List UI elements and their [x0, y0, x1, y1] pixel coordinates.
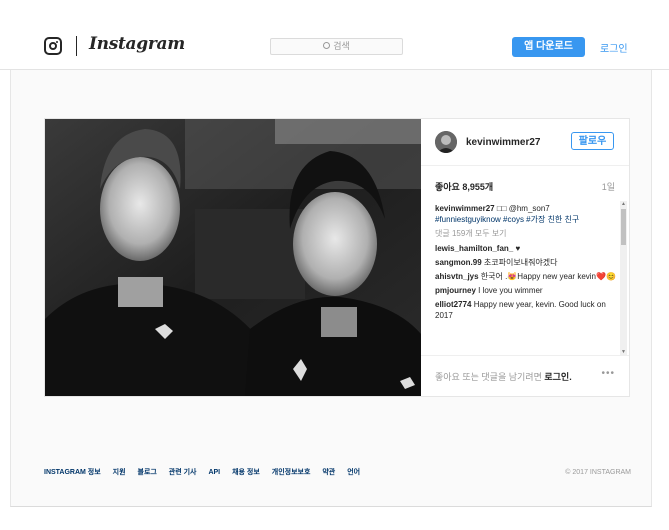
caption-hashtag-korean[interactable]: #가장 친한 친구 [524, 215, 579, 224]
comment-item: ahisvtn_jys 한국어 .😻Happy new year kevin❤️… [435, 271, 617, 282]
comment-username[interactable]: sangmon.99 [435, 258, 482, 267]
comment-item: pmjourney I love you wimmer [435, 285, 617, 296]
footer-link-blog[interactable]: 블로그 [138, 469, 157, 476]
author-avatar[interactable] [435, 131, 457, 153]
post-header: kevinwimmer27 팔로우 [421, 119, 629, 166]
comment-item: lewis_hamilton_fan_ ♥ [435, 243, 617, 254]
copyright: © 2017 INSTAGRAM [565, 469, 631, 476]
post-side-panel: kevinwimmer27 팔로우 좋아요 8,955개 1일 kevinwim… [421, 119, 629, 396]
follow-button[interactable]: 팔로우 [571, 132, 614, 150]
add-comment-login-link[interactable]: 로그인. [544, 372, 571, 382]
caption: kevinwimmer27 □□ @hm_son7 #funniestguyik… [435, 203, 617, 225]
scroll-up-arrow-icon[interactable]: ▲ [621, 201, 626, 207]
comment-item: sangmon.99 초코파이보내줘야겠다 [435, 257, 617, 268]
likes-count[interactable]: 좋아요 8,955개 [435, 180, 493, 193]
footer-link-terms[interactable]: 약관 [322, 469, 335, 476]
app-download-button[interactable]: 앱 다운로드 [512, 37, 585, 57]
comment-username[interactable]: ahisvtn_jys [435, 272, 479, 281]
comment-text: 초코파이보내줘야겠다 [481, 258, 558, 267]
comment-item: elliot2774 Happy new year, kevin. Good l… [435, 299, 617, 321]
footer-link-about[interactable]: INSTAGRAM 정보 [44, 469, 101, 476]
footer-link-privacy[interactable]: 개인정보보호 [272, 469, 311, 476]
more-options-icon[interactable]: ••• [601, 368, 615, 379]
comment-text: ♥ [513, 244, 521, 253]
footer-nav: INSTAGRAM 정보 지원 블로그 관련 기사 API 채용 정보 개인정보… [44, 467, 370, 477]
search-placeholder: 검색 [333, 41, 350, 51]
instagram-wordmark[interactable]: Instagram [89, 34, 185, 54]
add-comment-text: 좋아요 또는 댓글을 남기려면 [435, 372, 545, 382]
caption-username[interactable]: kevinwimmer27 [435, 204, 495, 213]
logo-divider [76, 36, 77, 56]
post-date[interactable]: 1일 [602, 180, 615, 193]
caption-hashtags[interactable]: #funniestguyiknow #coys [435, 215, 524, 224]
load-more-comments[interactable]: 댓글 159개 모두 보기 [435, 228, 617, 239]
comment-text: 한국어 .😻Happy new year kevin❤️😊 [478, 272, 616, 281]
caption-text: □□ @hm_son7 [494, 204, 550, 213]
instagram-camera-icon[interactable] [44, 37, 62, 55]
comment-divider [421, 355, 629, 356]
footer-link-language[interactable]: 언어 [347, 469, 360, 476]
login-link[interactable]: 로그인 [600, 40, 628, 55]
post-card: kevinwimmer27 팔로우 좋아요 8,955개 1일 kevinwim… [44, 118, 630, 397]
footer-link-support[interactable]: 지원 [113, 469, 126, 476]
top-header: Instagram 검색 앱 다운로드 로그인 [0, 0, 669, 70]
footer-link-jobs[interactable]: 채용 정보 [232, 469, 260, 476]
author-username[interactable]: kevinwimmer27 [466, 137, 541, 148]
add-comment-prompt: 좋아요 또는 댓글을 남기려면 로그인. [435, 370, 572, 383]
post-photo[interactable] [45, 119, 421, 396]
scrollbar-thumb[interactable] [621, 209, 626, 245]
comment-text: I love you wimmer [475, 286, 543, 295]
footer-link-api[interactable]: API [208, 469, 220, 476]
search-icon [323, 42, 331, 49]
comment-username[interactable]: pmjourney [435, 286, 476, 295]
comment-username[interactable]: elliot2774 [435, 300, 471, 309]
comments-list[interactable]: kevinwimmer27 □□ @hm_son7 #funniestguyik… [435, 203, 617, 353]
footer-link-press[interactable]: 관련 기사 [169, 469, 197, 476]
comment-username[interactable]: lewis_hamilton_fan_ [435, 244, 513, 253]
search-input[interactable]: 검색 [270, 38, 403, 55]
comments-scrollbar[interactable]: ▲ ▼ [620, 201, 627, 355]
